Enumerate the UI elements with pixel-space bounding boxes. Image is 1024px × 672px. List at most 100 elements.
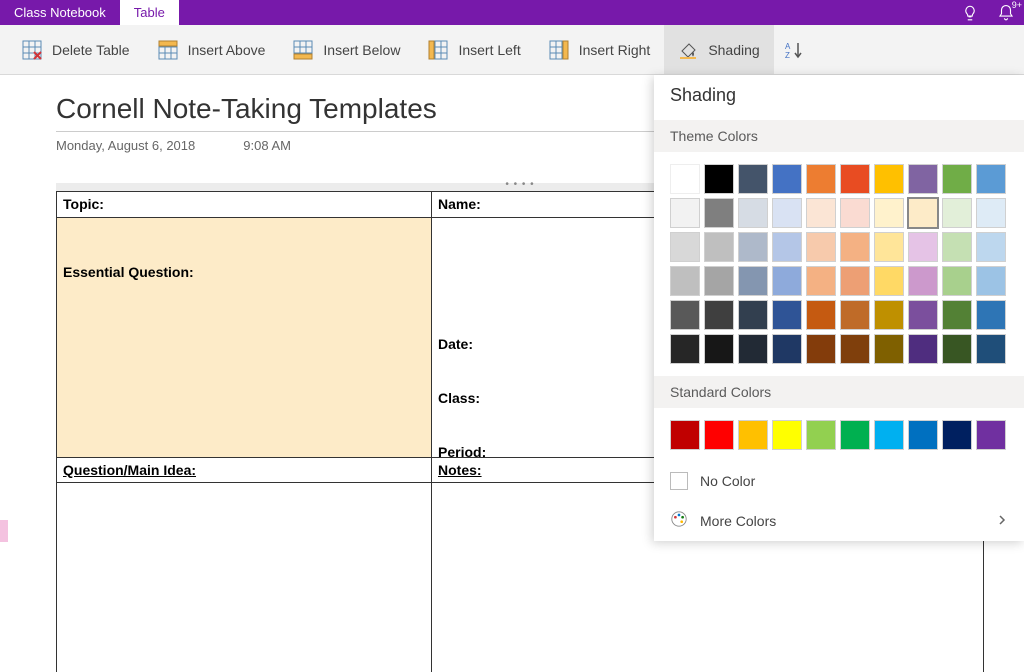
notifications-icon[interactable]: 9+ bbox=[988, 0, 1024, 25]
theme-swatch[interactable] bbox=[772, 300, 802, 330]
theme-swatch[interactable] bbox=[908, 266, 938, 296]
standard-swatch[interactable] bbox=[874, 420, 904, 450]
left-gutter-highlight bbox=[0, 520, 8, 542]
lightbulb-icon[interactable] bbox=[952, 0, 988, 25]
theme-swatch[interactable] bbox=[874, 334, 904, 364]
theme-swatch[interactable] bbox=[772, 232, 802, 262]
theme-swatch[interactable] bbox=[840, 164, 870, 194]
cell-question-body[interactable] bbox=[57, 483, 432, 672]
theme-swatch[interactable] bbox=[806, 198, 836, 228]
theme-swatch[interactable] bbox=[908, 300, 938, 330]
theme-swatch[interactable] bbox=[738, 164, 768, 194]
theme-swatch[interactable] bbox=[976, 164, 1006, 194]
standard-swatch[interactable] bbox=[670, 420, 700, 450]
theme-swatch[interactable] bbox=[908, 232, 938, 262]
theme-swatch[interactable] bbox=[908, 164, 938, 194]
theme-swatch[interactable] bbox=[840, 232, 870, 262]
no-color-swatch-icon bbox=[670, 472, 688, 490]
theme-swatch[interactable] bbox=[772, 164, 802, 194]
drag-handle-icon: • • • • bbox=[505, 179, 534, 190]
theme-swatch[interactable] bbox=[908, 198, 938, 228]
insert-above-button[interactable]: Insert Above bbox=[144, 25, 280, 74]
theme-swatch[interactable] bbox=[738, 300, 768, 330]
theme-swatch[interactable] bbox=[806, 232, 836, 262]
theme-swatch[interactable] bbox=[976, 232, 1006, 262]
theme-swatch[interactable] bbox=[840, 198, 870, 228]
theme-swatch[interactable] bbox=[874, 266, 904, 296]
theme-swatch[interactable] bbox=[670, 266, 700, 296]
tab-class-notebook[interactable]: Class Notebook bbox=[0, 0, 120, 25]
insert-below-icon bbox=[293, 40, 313, 60]
theme-swatch[interactable] bbox=[840, 334, 870, 364]
standard-swatch[interactable] bbox=[840, 420, 870, 450]
theme-swatch[interactable] bbox=[738, 198, 768, 228]
standard-swatch[interactable] bbox=[704, 420, 734, 450]
theme-swatch[interactable] bbox=[670, 198, 700, 228]
cell-question-header[interactable]: Question/Main Idea: bbox=[57, 458, 432, 483]
insert-left-button[interactable]: Insert Left bbox=[414, 25, 534, 74]
theme-swatch[interactable] bbox=[806, 300, 836, 330]
theme-swatch[interactable] bbox=[704, 232, 734, 262]
theme-swatch[interactable] bbox=[704, 334, 734, 364]
theme-swatch[interactable] bbox=[874, 198, 904, 228]
theme-swatch[interactable] bbox=[840, 266, 870, 296]
theme-swatch[interactable] bbox=[806, 164, 836, 194]
theme-swatch[interactable] bbox=[772, 334, 802, 364]
theme-swatch[interactable] bbox=[908, 334, 938, 364]
theme-swatch[interactable] bbox=[704, 198, 734, 228]
delete-table-button[interactable]: Delete Table bbox=[8, 25, 144, 74]
theme-swatch[interactable] bbox=[874, 300, 904, 330]
shading-button[interactable]: Shading bbox=[664, 25, 773, 74]
theme-swatch[interactable] bbox=[772, 266, 802, 296]
theme-swatch[interactable] bbox=[670, 164, 700, 194]
theme-swatch[interactable] bbox=[942, 300, 972, 330]
theme-swatch[interactable] bbox=[942, 232, 972, 262]
label-notes: Notes: bbox=[438, 462, 482, 478]
more-colors-button[interactable]: More Colors bbox=[654, 500, 1024, 541]
theme-swatch[interactable] bbox=[976, 334, 1006, 364]
theme-swatch[interactable] bbox=[670, 232, 700, 262]
theme-swatch[interactable] bbox=[738, 334, 768, 364]
theme-swatch[interactable] bbox=[704, 164, 734, 194]
tab-table[interactable]: Table bbox=[120, 0, 179, 25]
theme-swatch[interactable] bbox=[738, 266, 768, 296]
label-class: Class: bbox=[438, 390, 480, 406]
theme-swatch[interactable] bbox=[874, 164, 904, 194]
theme-swatch[interactable] bbox=[942, 164, 972, 194]
standard-swatch[interactable] bbox=[942, 420, 972, 450]
theme-swatch[interactable] bbox=[976, 198, 1006, 228]
shading-panel-title: Shading bbox=[654, 75, 1024, 120]
theme-swatch[interactable] bbox=[976, 300, 1006, 330]
insert-below-label: Insert Below bbox=[323, 42, 400, 58]
svg-text:A: A bbox=[785, 42, 791, 51]
insert-right-button[interactable]: Insert Right bbox=[535, 25, 665, 74]
standard-swatch[interactable] bbox=[908, 420, 938, 450]
no-color-button[interactable]: No Color bbox=[654, 462, 1024, 500]
titlebar-spacer bbox=[179, 0, 952, 25]
theme-colors-grid bbox=[654, 152, 1024, 376]
theme-swatch[interactable] bbox=[704, 266, 734, 296]
theme-swatch[interactable] bbox=[670, 334, 700, 364]
cell-topic[interactable]: Topic: bbox=[57, 192, 432, 218]
standard-swatch[interactable] bbox=[772, 420, 802, 450]
standard-swatch[interactable] bbox=[976, 420, 1006, 450]
insert-left-label: Insert Left bbox=[458, 42, 520, 58]
theme-swatch[interactable] bbox=[806, 266, 836, 296]
theme-swatch[interactable] bbox=[874, 232, 904, 262]
theme-swatch[interactable] bbox=[772, 198, 802, 228]
theme-swatch[interactable] bbox=[942, 266, 972, 296]
theme-swatch[interactable] bbox=[942, 198, 972, 228]
theme-swatch[interactable] bbox=[670, 300, 700, 330]
theme-swatch[interactable] bbox=[976, 266, 1006, 296]
theme-swatch[interactable] bbox=[738, 232, 768, 262]
standard-swatch[interactable] bbox=[738, 420, 768, 450]
theme-swatch[interactable] bbox=[806, 334, 836, 364]
cell-essential-question[interactable]: Essential Question: bbox=[57, 218, 432, 458]
sort-button[interactable]: AZ bbox=[774, 25, 814, 74]
insert-below-button[interactable]: Insert Below bbox=[279, 25, 414, 74]
paint-bucket-icon bbox=[678, 40, 698, 60]
standard-swatch[interactable] bbox=[806, 420, 836, 450]
theme-swatch[interactable] bbox=[942, 334, 972, 364]
theme-swatch[interactable] bbox=[704, 300, 734, 330]
theme-swatch[interactable] bbox=[840, 300, 870, 330]
